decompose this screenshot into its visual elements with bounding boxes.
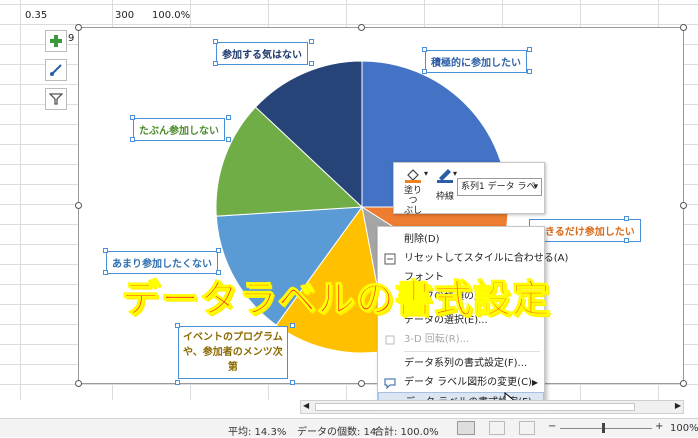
fill-label: 塗りつ — [403, 186, 422, 206]
reset-icon — [384, 253, 396, 265]
menu-item-reset-style[interactable]: リセットしてスタイルに合わせる(A) — [378, 249, 568, 269]
menu-item-label: リセットしてスタイルに合わせる(A) — [404, 253, 569, 264]
horizontal-scrollbar[interactable]: ◀ ▶ — [300, 400, 684, 414]
menu-item-label: 削除(D) — [404, 234, 440, 245]
paint-bucket-icon — [405, 169, 421, 183]
page-layout-button[interactable] — [489, 421, 505, 435]
row-digit: 9 — [68, 33, 75, 44]
overlay-caption: データラベルの書式設定 — [121, 276, 552, 321]
label-handle[interactable] — [290, 380, 295, 385]
menu-item-label: データ系列の書式設定(F)... — [404, 358, 528, 369]
status-average: 平均: 14.3% — [228, 427, 287, 438]
chevron-down-icon[interactable]: ▾ — [424, 169, 428, 178]
fill-button[interactable]: 塗りつ ぶし — [400, 167, 426, 216]
resize-handle[interactable] — [75, 202, 82, 209]
chevron-down-icon: ▾ — [533, 182, 538, 192]
status-bar: 平均: 14.3% データの個数: 14 合計: 100.0% − + 100% — [0, 418, 698, 438]
zoom-in-button[interactable]: + — [655, 421, 663, 432]
zoom-slider[interactable] — [560, 428, 652, 429]
page-break-button[interactable] — [519, 421, 535, 435]
pen-icon — [437, 169, 453, 183]
label-handle[interactable] — [309, 39, 314, 44]
normal-view-button[interactable] — [457, 421, 475, 435]
label-handle[interactable] — [216, 248, 221, 253]
label-handle[interactable] — [309, 61, 314, 66]
menu-item-format-series[interactable]: データ系列の書式設定(F)... — [378, 354, 544, 374]
data-label-4[interactable]: イベントのプログラム や、参加者のメンツ次 第 — [178, 326, 288, 379]
data-label-4-line: イベントのプログラム — [183, 332, 283, 343]
data-label-6[interactable]: たぶん参加しない — [133, 118, 225, 141]
label-handle[interactable] — [175, 323, 180, 328]
cube-icon — [385, 335, 395, 345]
resize-handle[interactable] — [75, 24, 82, 31]
menu-item-3d-rotation[interactable]: 3-D 回転(R)... — [378, 330, 544, 350]
menu-item-label: データ ラベル図形の変更(C) — [404, 377, 532, 388]
data-label-7[interactable]: 参加する気はない — [216, 42, 308, 65]
label-handle[interactable] — [422, 47, 427, 52]
label-handle[interactable] — [624, 238, 629, 243]
zoom-out-button[interactable]: − — [548, 421, 556, 432]
label-handle[interactable] — [103, 248, 108, 253]
column-divider — [20, 0, 21, 400]
label-handle[interactable] — [130, 137, 135, 142]
chart-filters-button[interactable] — [45, 88, 67, 110]
resize-handle[interactable] — [680, 24, 687, 31]
resize-handle[interactable] — [680, 202, 687, 209]
menu-item-change-label-shape[interactable]: データ ラベル図形の変更(C) ▶ — [378, 373, 544, 393]
resize-handle[interactable] — [680, 380, 687, 387]
label-handle[interactable] — [213, 39, 218, 44]
data-label-4-line: 第 — [227, 362, 238, 373]
label-handle[interactable] — [624, 216, 629, 221]
label-handle[interactable] — [290, 323, 295, 328]
label-handle[interactable] — [527, 47, 532, 52]
cell-value[interactable]: 0.35 — [25, 10, 47, 21]
resize-handle[interactable] — [358, 380, 365, 387]
resize-handle[interactable] — [75, 380, 82, 387]
filter-icon — [49, 93, 63, 105]
submenu-arrow-icon: ▶ — [531, 378, 538, 387]
menu-item-label: 3-D 回転(R)... — [404, 334, 470, 345]
label-handle[interactable] — [130, 115, 135, 120]
label-handle[interactable] — [213, 61, 218, 66]
callout-shape-icon — [384, 378, 396, 389]
label-handle[interactable] — [226, 115, 231, 120]
label-handle[interactable] — [422, 69, 427, 74]
label-handle[interactable] — [175, 380, 180, 385]
chart-elements-button[interactable] — [45, 30, 67, 52]
status-count: データの個数: 14 — [297, 427, 377, 438]
label-handle[interactable] — [103, 270, 108, 275]
chevron-down-icon[interactable]: ▾ — [453, 169, 457, 178]
zoom-level[interactable]: 100% — [670, 423, 698, 434]
cell-value[interactable]: 300 — [115, 10, 134, 21]
brush-icon — [50, 64, 62, 76]
fill-label: ぶし — [403, 206, 422, 216]
series-select[interactable]: 系列1 データ ラベ ▾ — [457, 178, 542, 196]
cell-value[interactable]: 100.0% — [152, 10, 190, 21]
outline-label: 枠線 — [435, 192, 454, 202]
mini-toolbar: 塗りつ ぶし ▾ 枠線 ▾ 系列1 データ ラベ ▾ — [393, 162, 545, 216]
menu-item-delete[interactable]: 削除(D) — [378, 230, 544, 250]
resize-handle[interactable] — [358, 24, 365, 31]
plus-icon — [50, 35, 62, 47]
chart-styles-button[interactable] — [45, 59, 67, 81]
label-handle[interactable] — [527, 69, 532, 74]
menu-separator — [404, 351, 540, 352]
zoom-slider-thumb[interactable] — [602, 423, 605, 433]
series-select-value: 系列1 データ ラベ — [461, 182, 536, 192]
data-label-1[interactable]: 積極的に参加したい — [425, 50, 527, 73]
data-label-4-line: や、参加者のメンツ次 — [183, 347, 283, 358]
label-handle[interactable] — [226, 137, 231, 142]
status-sum: 合計: 100.0% — [374, 427, 439, 438]
scroll-right-icon[interactable]: ▶ — [675, 401, 681, 410]
scroll-left-icon[interactable]: ◀ — [303, 401, 309, 410]
scroll-thumb[interactable] — [315, 403, 635, 411]
